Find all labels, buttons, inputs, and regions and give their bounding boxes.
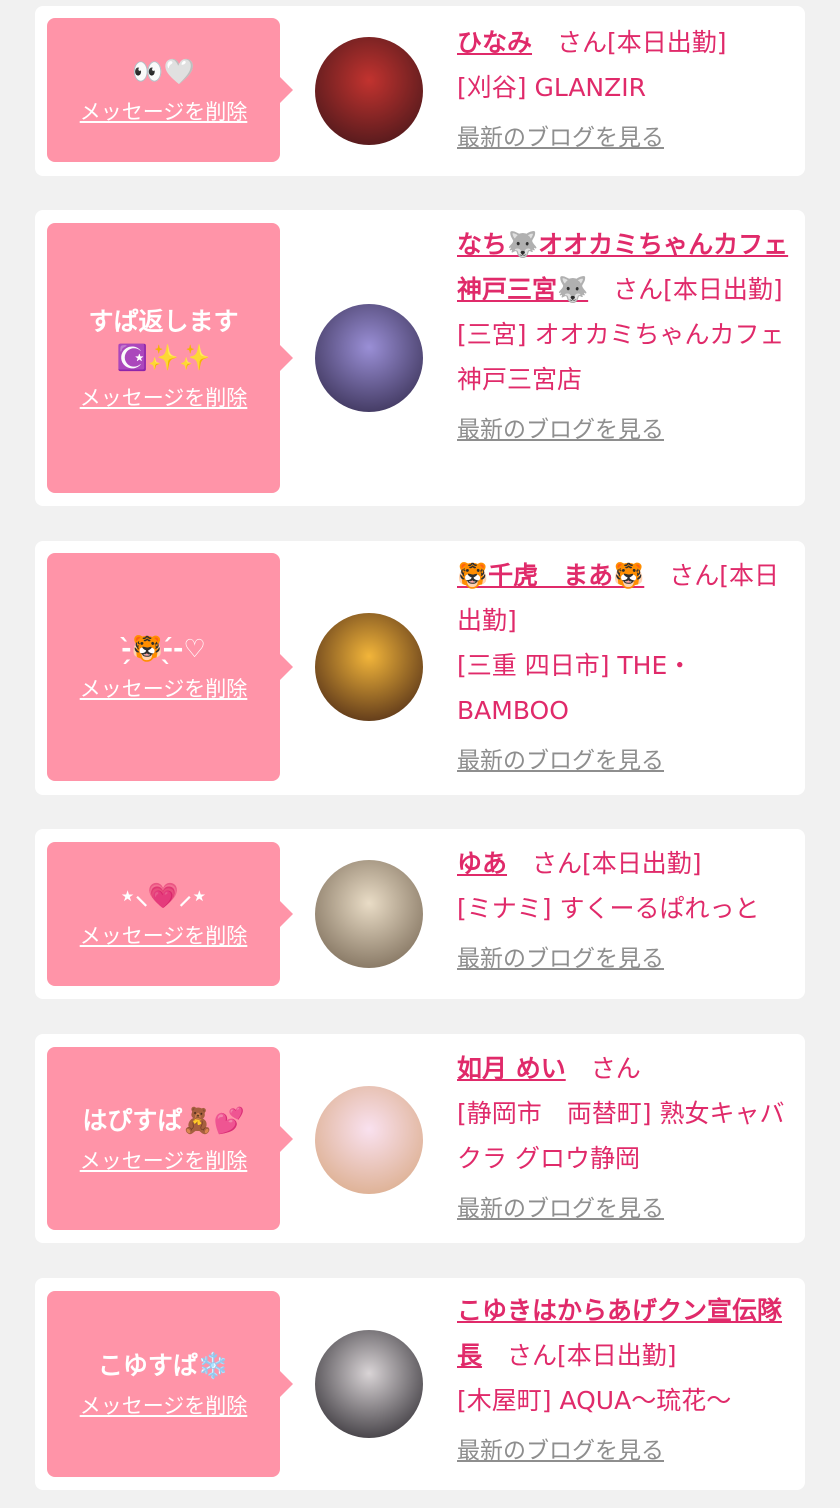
cast-info: ひなみ さん[本日出勤] [刈谷] GLANZIR 最新のブログを見る — [457, 20, 793, 161]
cast-status: さん[本日出勤] — [507, 849, 702, 878]
delete-message-link[interactable]: メッセージを削除 — [80, 920, 248, 950]
blog-link[interactable]: 最新のブログを見る — [457, 1429, 664, 1474]
blog-link[interactable]: 最新のブログを見る — [457, 408, 664, 453]
message-card: -̗̀🐯-̖́-♡ メッセージを削除 🐯千虎 まあ🐯 さん[本日出勤] [三重 … — [35, 541, 805, 795]
shop-info: [三宮] オオカミちゃんカフェ神戸三宮店 — [457, 320, 785, 394]
shop-info: [静岡市 両替町] 熟女キャバクラ グロウ静岡 — [457, 1099, 785, 1173]
delete-message-link[interactable]: メッセージを削除 — [80, 673, 248, 703]
message-text: ⋆⸜💗⸝⋆ — [119, 881, 208, 910]
message-card: はぴすぱ🧸💕 メッセージを削除 如月 めい さん [静岡市 両替町] 熟女キャバ… — [35, 1034, 805, 1243]
shop-info: [木屋町] AQUA〜琉花〜 — [457, 1386, 732, 1415]
delete-message-link[interactable]: メッセージを削除 — [80, 1390, 248, 1420]
shop-info: [三重 四日市] THE・BAMBOO — [457, 651, 693, 725]
delete-message-link[interactable]: メッセージを削除 — [80, 96, 248, 126]
message-card: こゆすぱ❄️ メッセージを削除 こゆきはからあげクン宣伝隊長 さん[本日出勤] … — [35, 1278, 805, 1490]
cast-status: さん — [565, 1054, 641, 1083]
message-text: はぴすぱ🧸💕 — [82, 1105, 245, 1135]
cast-info: 🐯千虎 まあ🐯 さん[本日出勤] [三重 四日市] THE・BAMBOO 最新の… — [457, 553, 793, 784]
avatar[interactable] — [315, 613, 423, 721]
message-text: すぱ返します☪️✨✨ — [88, 307, 239, 372]
message-bubble: -̗̀🐯-̖́-♡ メッセージを削除 — [47, 553, 293, 781]
avatar[interactable] — [315, 1086, 423, 1194]
avatar[interactable] — [315, 37, 423, 145]
delete-message-link[interactable]: メッセージを削除 — [80, 1145, 248, 1175]
blog-link[interactable]: 最新のブログを見る — [457, 1187, 664, 1232]
message-text: -̗̀🐯-̖́-♡ — [121, 634, 206, 663]
message-bubble: はぴすぱ🧸💕 メッセージを削除 — [47, 1047, 293, 1230]
message-card: すぱ返します☪️✨✨ メッセージを削除 なち🐺オオカミちゃんカフェ神戸三宮🐺 さ… — [35, 210, 805, 506]
blog-link[interactable]: 最新のブログを見る — [457, 116, 664, 161]
cast-name-link[interactable]: 如月 めい — [457, 1054, 566, 1083]
message-text: こゆすぱ❄️ — [97, 1351, 230, 1380]
message-text: 👀🤍 — [132, 57, 195, 86]
cast-info: ゆあ さん[本日出勤] [ミナミ] すくーるぱれっと 最新のブログを見る — [457, 841, 793, 982]
cast-status: さん[本日出勤] — [532, 28, 727, 57]
avatar[interactable] — [315, 1330, 423, 1438]
message-bubble: 👀🤍 メッセージを削除 — [47, 18, 293, 162]
message-card: 👀🤍 メッセージを削除 ひなみ さん[本日出勤] [刈谷] GLANZIR 最新… — [35, 6, 805, 176]
cast-info: なち🐺オオカミちゃんカフェ神戸三宮🐺 さん[本日出勤] [三宮] オオカミちゃん… — [457, 222, 793, 453]
shop-info: [刈谷] GLANZIR — [457, 73, 647, 102]
cast-status: さん[本日出勤] — [588, 275, 783, 304]
cast-name-link[interactable]: 🐯千虎 まあ🐯 — [457, 561, 644, 590]
cast-status: さん[本日出勤] — [482, 1341, 677, 1370]
message-bubble: こゆすぱ❄️ メッセージを削除 — [47, 1291, 293, 1477]
shop-info: [ミナミ] すくーるぱれっと — [457, 894, 760, 923]
message-card: ⋆⸜💗⸝⋆ メッセージを削除 ゆあ さん[本日出勤] [ミナミ] すくーるぱれっ… — [35, 829, 805, 999]
message-bubble: ⋆⸜💗⸝⋆ メッセージを削除 — [47, 842, 293, 986]
cast-info: 如月 めい さん [静岡市 両替町] 熟女キャバクラ グロウ静岡 最新のブログを… — [457, 1046, 793, 1232]
blog-link[interactable]: 最新のブログを見る — [457, 937, 664, 982]
blog-link[interactable]: 最新のブログを見る — [457, 739, 664, 784]
message-bubble: すぱ返します☪️✨✨ メッセージを削除 — [47, 223, 293, 493]
cast-name-link[interactable]: ゆあ — [457, 849, 507, 878]
avatar[interactable] — [315, 304, 423, 412]
cast-info: こゆきはからあげクン宣伝隊長 さん[本日出勤] [木屋町] AQUA〜琉花〜 最… — [457, 1288, 793, 1474]
delete-message-link[interactable]: メッセージを削除 — [80, 382, 248, 412]
cast-name-link[interactable]: ひなみ — [457, 28, 532, 57]
avatar[interactable] — [315, 860, 423, 968]
